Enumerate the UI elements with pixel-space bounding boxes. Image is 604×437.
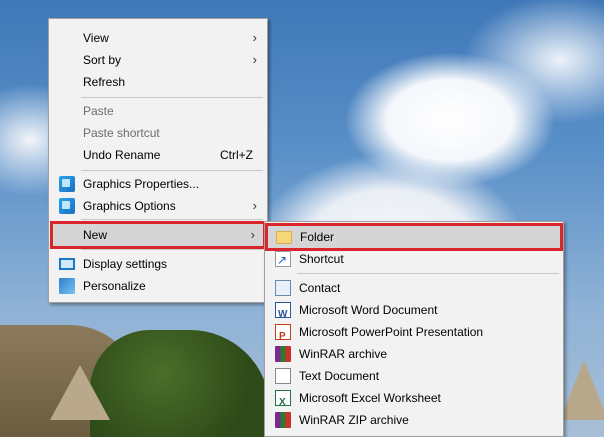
menu-item-label: Microsoft PowerPoint Presentation	[299, 325, 484, 339]
submenu-item-excel-worksheet[interactable]: Microsoft Excel Worksheet	[267, 387, 561, 414]
menu-item-sort-by[interactable]: Sort by ›	[51, 49, 265, 71]
submenu-item-folder[interactable]: Folder	[265, 223, 563, 251]
menu-item-label: Sort by	[83, 53, 122, 67]
hut	[50, 365, 110, 420]
menu-item-display-settings[interactable]: Display settings	[51, 253, 265, 275]
menu-item-undo-rename[interactable]: Undo Rename Ctrl+Z	[51, 144, 265, 166]
menu-item-shortcut: Ctrl+Z	[220, 148, 253, 162]
menu-item-label: WinRAR archive	[299, 347, 388, 361]
menu-item-label: Graphics Options	[83, 199, 176, 213]
menu-item-label: Graphics Properties...	[83, 177, 200, 191]
menu-item-view[interactable]: View ›	[51, 27, 265, 49]
menu-separator	[297, 273, 559, 274]
menu-item-label: Contact	[299, 281, 341, 295]
hut	[560, 360, 604, 420]
contact-icon	[275, 280, 291, 296]
chevron-right-icon: ›	[250, 227, 255, 242]
menu-item-label: Microsoft Word Document	[299, 303, 438, 317]
menu-item-label: Personalize	[83, 279, 146, 293]
menu-item-paste[interactable]: Paste	[51, 100, 265, 122]
graphics-icon	[59, 176, 75, 192]
excel-icon	[275, 390, 291, 414]
powerpoint-icon	[275, 324, 291, 348]
menu-item-label: Paste shortcut	[83, 126, 160, 140]
personalize-icon	[59, 278, 75, 294]
new-submenu: Folder Shortcut Contact Microsoft Word D…	[264, 221, 564, 437]
menu-item-graphics-properties[interactable]: Graphics Properties...	[51, 173, 265, 195]
chevron-right-icon: ›	[252, 30, 257, 45]
menu-item-label: Paste	[83, 104, 114, 118]
submenu-item-shortcut[interactable]: Shortcut	[267, 248, 561, 271]
menu-item-personalize[interactable]: Personalize	[51, 275, 265, 297]
menu-separator	[81, 97, 263, 98]
display-icon	[59, 258, 75, 270]
submenu-item-text-document[interactable]: Text Document	[267, 365, 561, 387]
menu-item-label: Folder	[300, 230, 335, 244]
menu-item-label: Shortcut	[299, 252, 344, 266]
submenu-item-winrar-archive[interactable]: WinRAR archive	[267, 343, 561, 365]
menu-separator	[81, 219, 263, 220]
graphics-icon	[59, 198, 75, 214]
shortcut-icon	[275, 249, 291, 271]
menu-item-label: View	[83, 31, 109, 45]
submenu-item-contact[interactable]: Contact	[267, 277, 561, 299]
menu-item-graphics-options[interactable]: Graphics Options ›	[51, 195, 265, 217]
trees	[90, 330, 270, 437]
submenu-item-powerpoint-presentation[interactable]: Microsoft PowerPoint Presentation	[267, 321, 561, 348]
menu-item-label: Refresh	[83, 75, 126, 89]
chevron-right-icon: ›	[252, 198, 257, 213]
menu-item-refresh[interactable]: Refresh	[51, 71, 265, 93]
menu-separator	[81, 249, 263, 250]
menu-item-label: Undo Rename	[83, 148, 161, 162]
winrar-icon	[275, 346, 291, 362]
chevron-right-icon: ›	[252, 52, 257, 67]
menu-item-paste-shortcut[interactable]: Paste shortcut	[51, 122, 265, 144]
desktop-context-menu: View › Sort by › Refresh Paste Paste sho…	[48, 18, 268, 303]
menu-item-new[interactable]: New ›	[50, 221, 266, 249]
menu-item-label: Display settings	[83, 257, 168, 271]
text-document-icon	[275, 368, 291, 384]
menu-item-label: WinRAR ZIP archive	[299, 413, 409, 427]
menu-item-label: Text Document	[299, 369, 380, 383]
folder-icon	[276, 231, 292, 244]
word-icon	[275, 302, 291, 326]
menu-item-label: New	[83, 228, 108, 242]
menu-separator	[81, 170, 263, 171]
submenu-item-winrar-zip-archive[interactable]: WinRAR ZIP archive	[267, 409, 561, 431]
winrar-zip-icon	[275, 412, 291, 428]
submenu-item-word-document[interactable]: Microsoft Word Document	[267, 299, 561, 326]
menu-item-label: Microsoft Excel Worksheet	[299, 391, 441, 405]
